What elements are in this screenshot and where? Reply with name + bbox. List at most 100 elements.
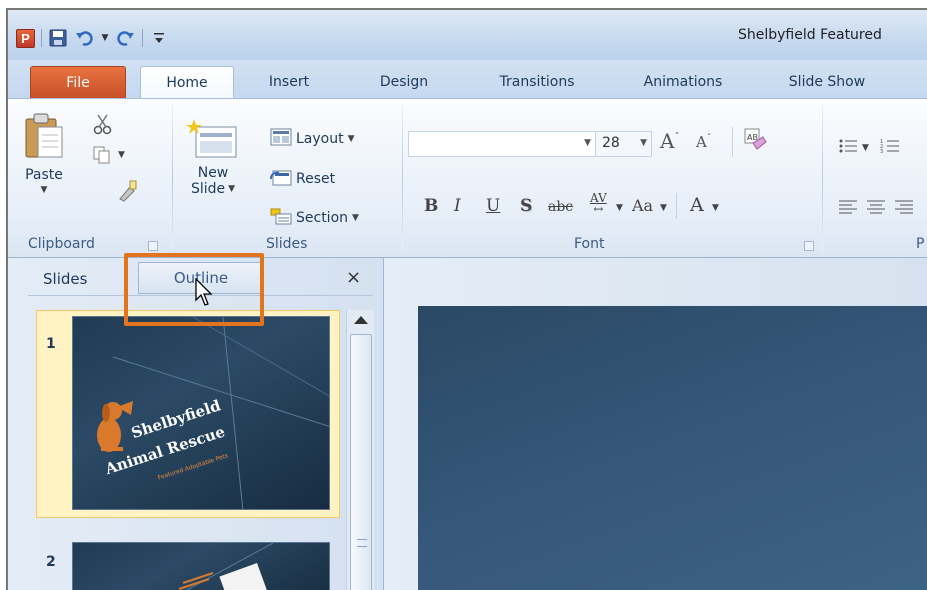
shrink-font-button[interactable]: Aˇ — [696, 133, 711, 151]
change-case-button[interactable]: Aa — [632, 196, 653, 215]
redo-icon[interactable] — [116, 28, 136, 48]
font-color-button[interactable]: A — [690, 194, 704, 216]
ribbon-tabs: File Home Insert Design Transitions Anim… — [8, 60, 927, 99]
slide-thumbnail-2[interactable] — [72, 542, 330, 590]
layout-label: Layout — [296, 131, 344, 147]
cut-icon[interactable] — [92, 113, 114, 135]
undo-icon[interactable] — [74, 28, 94, 48]
close-pane-icon[interactable]: × — [346, 267, 361, 288]
undo-dropdown-icon[interactable]: ▼ — [100, 33, 110, 43]
clear-formatting-icon: AB — [741, 127, 767, 157]
qat-separator — [142, 29, 143, 47]
scroll-up-arrow-icon[interactable] — [354, 316, 368, 324]
tab-design[interactable]: Design — [358, 66, 450, 98]
new-slide-button[interactable]: New Slide ▼ — [186, 117, 240, 197]
align-right-icon[interactable] — [894, 199, 914, 215]
slide-number-2: 2 — [46, 554, 56, 570]
bullets-icon — [838, 137, 858, 159]
grow-font-button[interactable]: Aˆ — [660, 129, 679, 153]
scroll-thumb[interactable] — [350, 334, 372, 590]
spacing-arrows-icon: ↔ — [593, 202, 604, 216]
layout-icon — [270, 127, 292, 151]
text-shadow-button[interactable]: S — [520, 196, 532, 216]
clipboard-group-label: Clipboard — [28, 236, 95, 252]
italic-button[interactable]: I — [454, 196, 461, 216]
font-group-label: Font — [574, 236, 605, 252]
group-separator — [402, 105, 403, 251]
layout-dropdown-icon: ▼ — [347, 134, 355, 144]
section-button[interactable]: Section ▼ — [270, 206, 359, 230]
font-size-value: 28 — [602, 135, 620, 151]
mouse-pointer-icon — [194, 277, 216, 312]
clear-formatting-button[interactable]: AB — [732, 127, 767, 157]
svg-text:3: 3 — [880, 149, 883, 155]
current-slide-canvas[interactable] — [418, 306, 927, 590]
underline-button[interactable]: U — [486, 196, 500, 216]
group-separator — [822, 105, 823, 251]
window-title: Shelbyfield Featured — [738, 27, 882, 43]
bullets-button[interactable]: ▼ — [838, 137, 869, 159]
font-color-dropdown-icon[interactable]: ▼ — [712, 203, 719, 213]
grow-font-icon: Aˆ — [660, 129, 680, 153]
character-spacing-button[interactable]: AV ↔ — [590, 192, 607, 216]
section-label: Section — [296, 210, 349, 226]
scroll-grip-icon — [357, 539, 367, 547]
new-slide-label-2: Slide — [190, 181, 226, 197]
numbering-button[interactable]: 123 — [880, 137, 900, 159]
strikethrough-button[interactable]: abc — [548, 199, 573, 215]
font-size-dropdown-icon: ▼ — [640, 138, 647, 148]
save-icon[interactable] — [48, 28, 68, 48]
section-dropdown-icon: ▼ — [352, 213, 359, 223]
pane-scrollbar[interactable] — [346, 310, 374, 590]
layout-button[interactable]: Layout ▼ — [270, 127, 355, 151]
title-bar: P ▼ Shelbyfield Featured — [8, 10, 927, 60]
bold-button[interactable]: B — [424, 196, 438, 216]
tab-insert[interactable]: Insert — [248, 66, 330, 98]
paste-icon — [22, 111, 66, 165]
shrink-font-icon: Aˇ — [696, 133, 712, 151]
reset-button[interactable]: Reset — [270, 167, 335, 191]
tab-animations[interactable]: Animations — [620, 66, 746, 98]
reset-icon — [270, 167, 292, 191]
tab-home[interactable]: Home — [140, 66, 234, 99]
bullets-dropdown-icon: ▼ — [862, 143, 869, 153]
align-left-icon[interactable] — [838, 199, 858, 215]
paste-label: Paste — [25, 167, 63, 183]
font-name-dropdown[interactable]: ▼ — [408, 131, 596, 157]
new-slide-label-1: New — [197, 165, 229, 181]
character-spacing-dropdown-icon[interactable]: ▼ — [616, 203, 623, 213]
font-dialog-launcher[interactable] — [804, 241, 814, 251]
tab-slides[interactable]: Slides — [43, 270, 87, 288]
slide-thumbnail-1[interactable]: Shelbyfield Animal Rescue Featured Adopt… — [72, 316, 330, 510]
qat-separator — [41, 29, 42, 47]
font-separator — [676, 193, 677, 219]
tab-file[interactable]: File — [30, 66, 126, 98]
numbering-icon: 123 — [880, 137, 900, 159]
tab-slide-show[interactable]: Slide Show — [772, 66, 882, 98]
clipboard-dialog-launcher[interactable] — [148, 241, 158, 251]
quick-access-toolbar: P ▼ — [16, 26, 169, 50]
section-icon — [270, 206, 292, 230]
slides-group-label: Slides — [266, 236, 308, 252]
paste-button[interactable]: Paste ▼ — [22, 111, 66, 195]
font-name-dropdown-icon: ▼ — [584, 138, 591, 148]
new-slide-dropdown-icon: ▼ — [228, 184, 236, 194]
font-size-dropdown[interactable]: 28 ▼ — [596, 131, 652, 157]
tab-transitions[interactable]: Transitions — [472, 66, 602, 98]
paragraph-group-label: P — [916, 236, 925, 252]
group-separator — [172, 105, 173, 251]
change-case-dropdown-icon[interactable]: ▼ — [660, 203, 667, 213]
format-painter-icon[interactable] — [116, 179, 138, 203]
align-center-icon[interactable] — [866, 199, 886, 215]
slide-number-1: 1 — [46, 336, 56, 352]
customize-qat-icon[interactable] — [149, 28, 169, 48]
paste-dropdown-icon: ▼ — [40, 185, 48, 195]
slide-2-graphics — [178, 543, 274, 590]
copy-icon[interactable]: ▼ — [92, 145, 125, 165]
powerpoint-app-icon[interactable]: P — [16, 28, 35, 48]
new-slide-icon — [186, 117, 240, 165]
reset-label: Reset — [296, 171, 336, 187]
dog-logo-icon — [97, 401, 133, 452]
ribbon-home: Paste ▼ ▼ Clipboard New Slide ▼ Layout ▼… — [8, 98, 927, 258]
copy-dropdown-icon: ▼ — [118, 150, 125, 160]
